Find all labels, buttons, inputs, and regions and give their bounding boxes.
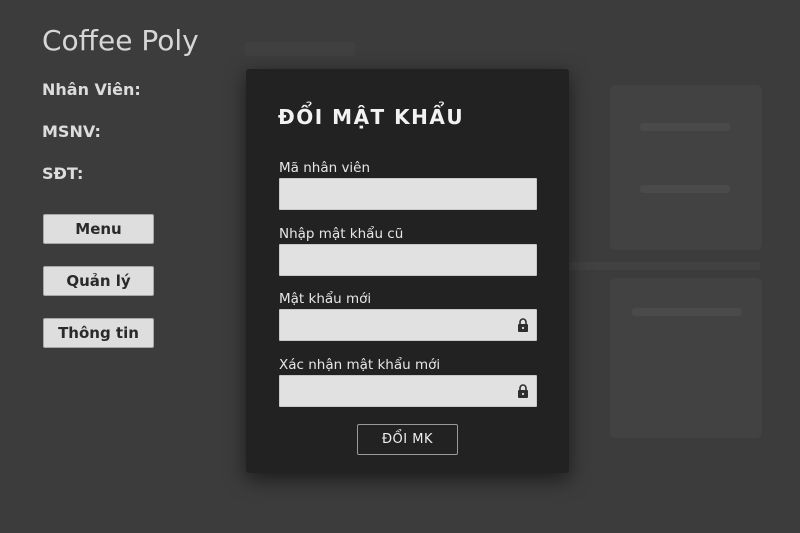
change-password-submit-button[interactable]: ĐỔI MK — [357, 424, 458, 455]
lock-icon — [518, 384, 528, 398]
lock-icon — [518, 318, 528, 332]
new-password-field-label: Mật khẩu mới — [279, 291, 372, 307]
menu-button[interactable]: Menu — [43, 214, 154, 244]
confirm-password-field-wrapper — [279, 375, 537, 407]
employee-id-label: MSNV: — [42, 122, 101, 141]
background-card — [610, 278, 762, 438]
employee-id-input[interactable] — [280, 179, 536, 209]
old-password-field-wrapper — [279, 244, 537, 276]
employee-name-label: Nhân Viên: — [42, 80, 141, 99]
employee-id-field-wrapper — [279, 178, 537, 210]
change-password-dialog: ĐỔI MẬT KHẨU Mã nhân viên Nhập mật khẩu … — [246, 69, 569, 473]
employee-phone-label: SĐT: — [42, 164, 84, 183]
background-divider — [560, 262, 760, 270]
background-card — [610, 85, 762, 250]
manage-button[interactable]: Quản lý — [43, 266, 154, 296]
new-password-field-wrapper — [279, 309, 537, 341]
app-title: Coffee Poly — [42, 24, 199, 57]
old-password-field-label: Nhập mật khẩu cũ — [279, 226, 404, 242]
employee-id-field-label: Mã nhân viên — [279, 160, 371, 176]
confirm-password-field-label: Xác nhận mật khẩu mới — [279, 357, 441, 373]
background-heading — [245, 42, 355, 56]
confirm-password-input[interactable] — [280, 376, 536, 406]
new-password-input[interactable] — [280, 310, 536, 340]
old-password-input[interactable] — [280, 245, 536, 275]
dialog-title: ĐỔI MẬT KHẨU — [278, 105, 465, 129]
info-button[interactable]: Thông tin — [43, 318, 154, 348]
